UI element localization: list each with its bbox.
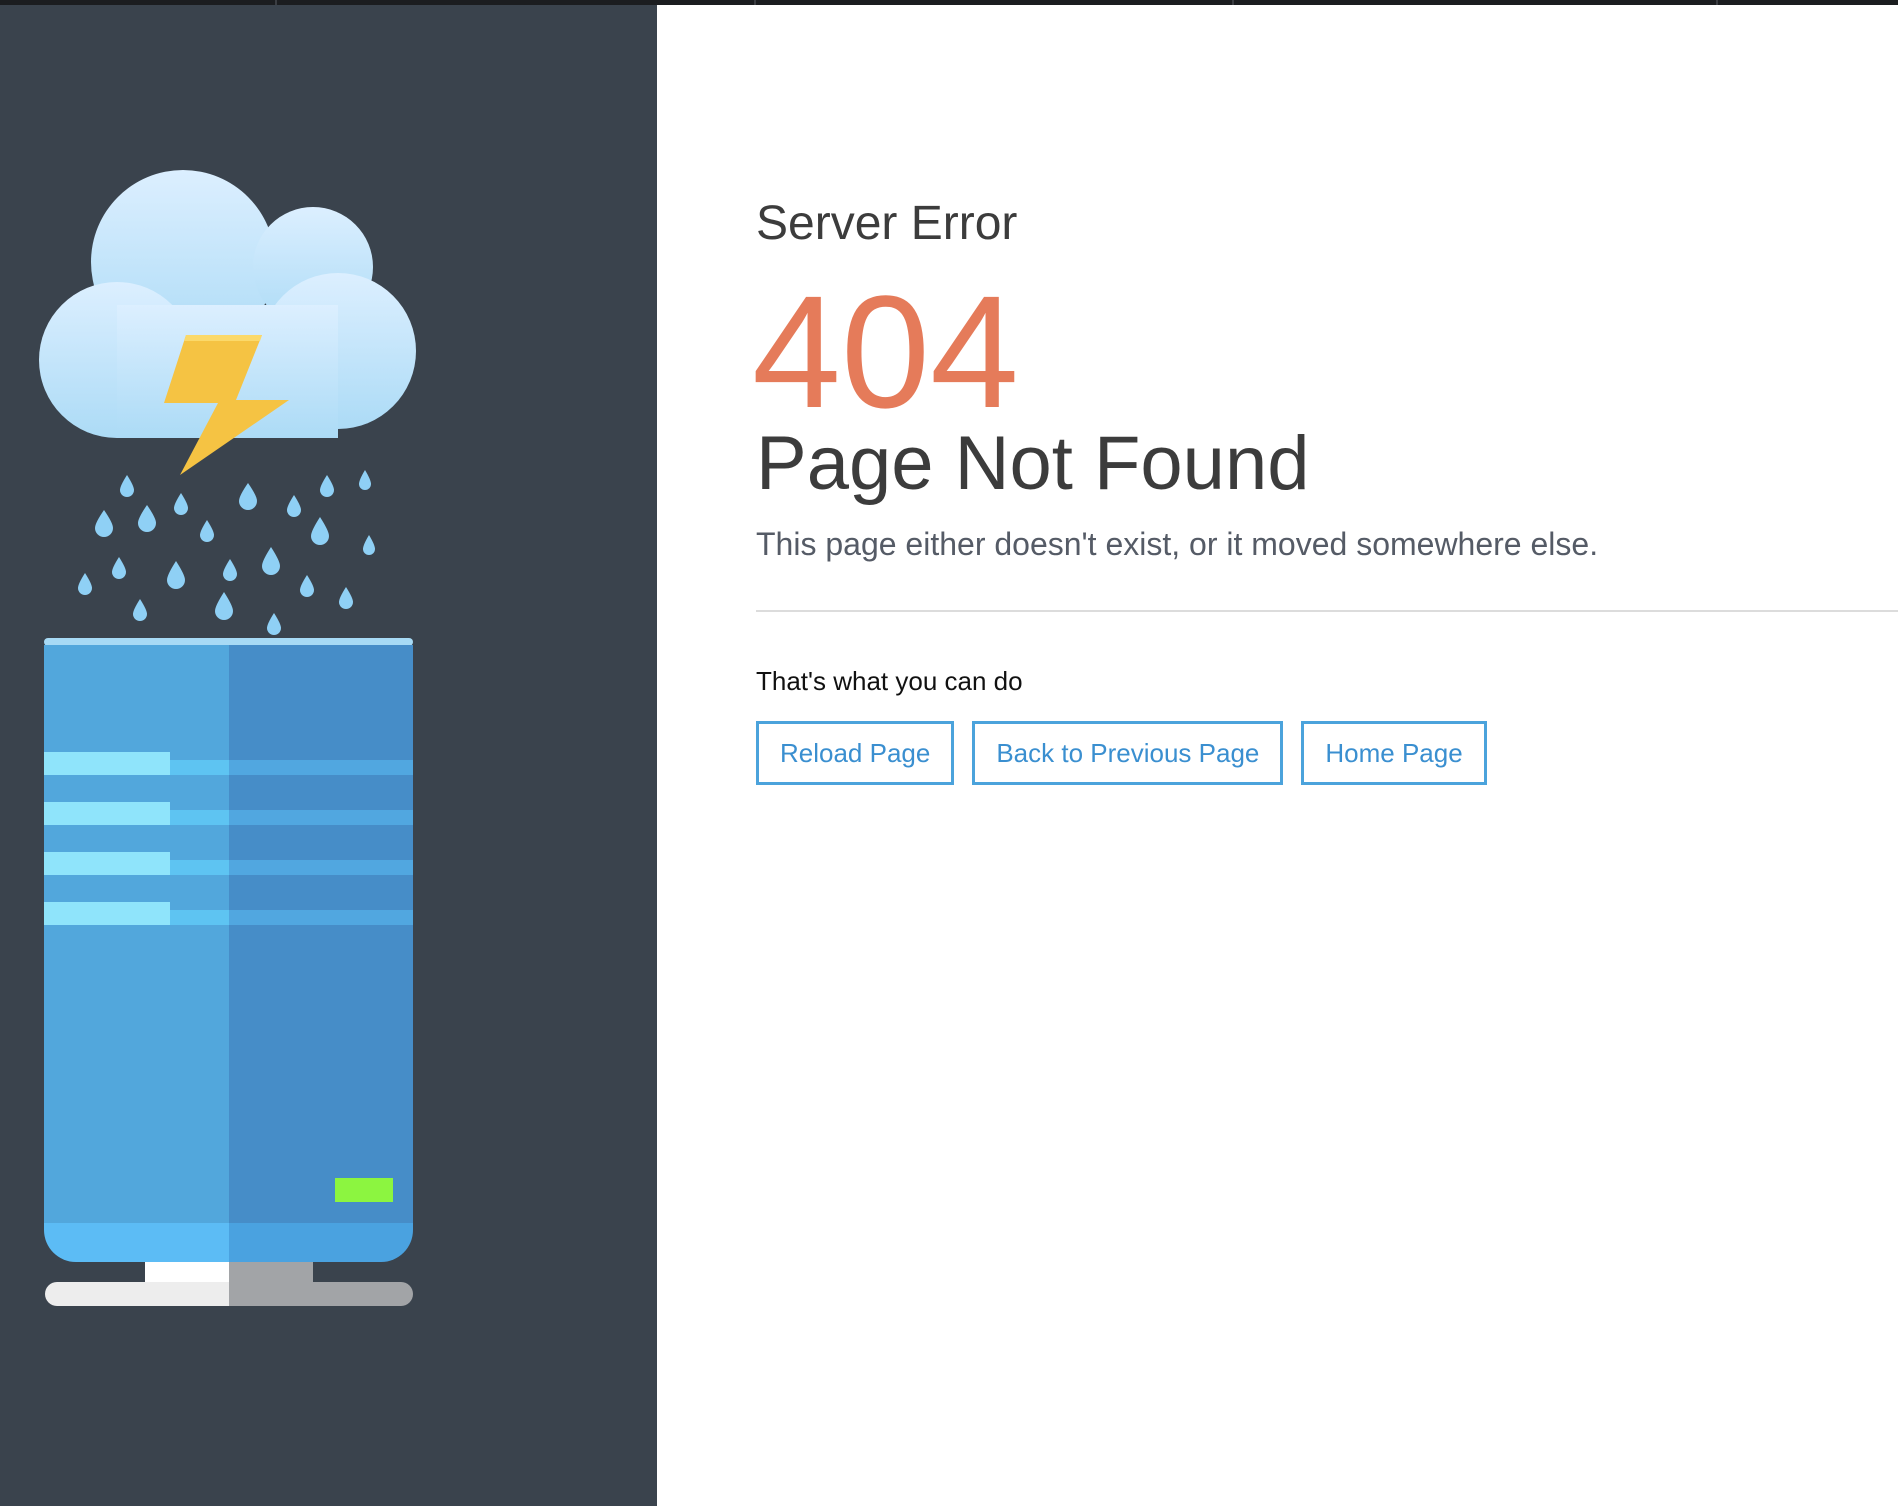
error-title: Server Error (756, 197, 1018, 250)
divider (756, 610, 1898, 612)
cloud-storm-server-illustration (39, 170, 416, 1306)
back-to-previous-page-button[interactable]: Back to Previous Page (972, 721, 1284, 785)
error-code: 404 (752, 262, 1019, 441)
server-icon (44, 638, 413, 1306)
home-page-button[interactable]: Home Page (1301, 721, 1487, 785)
page-title: Page Not Found (756, 421, 1310, 506)
status-led-icon (335, 1178, 393, 1202)
error-description: This page either doesn't exist, or it mo… (756, 526, 1599, 562)
reload-page-button[interactable]: Reload Page (756, 721, 955, 785)
illustration-panel (0, 5, 657, 1506)
action-buttons: Reload Page Back to Previous Page Home P… (756, 721, 1487, 785)
rain-drops-icon (78, 470, 375, 635)
actions-title: That's what you can do (756, 666, 1023, 696)
error-content-panel: Server Error 404 Page Not Found This pag… (657, 5, 1898, 1506)
